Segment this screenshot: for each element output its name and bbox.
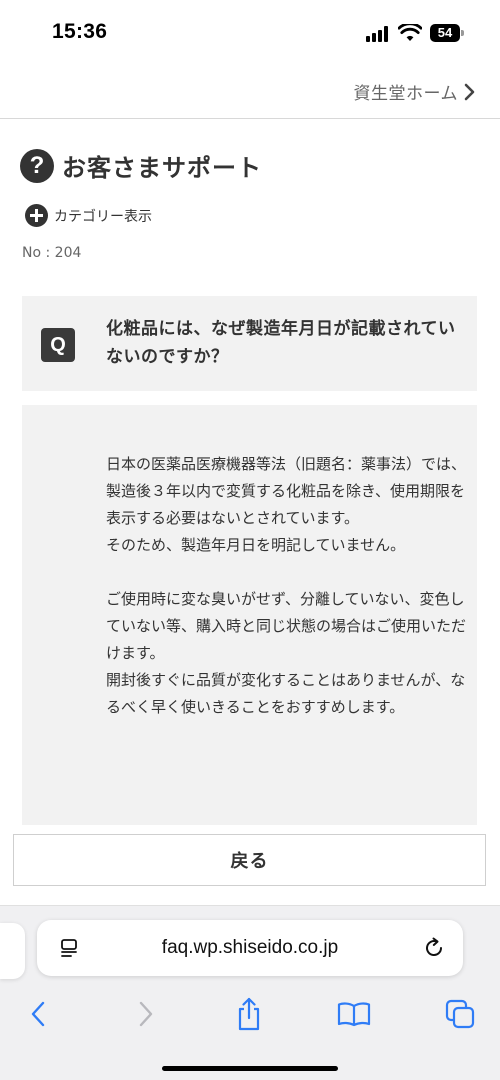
answer-box: 日本の医薬品医療機器等法（旧題名：薬事法）では、製造後３年以内で変質する化粧品を…	[22, 405, 477, 825]
share-icon	[238, 997, 260, 1031]
question-badge: Q	[41, 328, 75, 362]
category-label: カテゴリー表示	[54, 208, 152, 225]
answer-paragraph: 開封後すぐに品質が変化することはありませんが、なるべく早く使いきることをおすすめ…	[106, 671, 466, 716]
home-link-label: 資生堂ホーム	[353, 84, 458, 104]
tabs-button[interactable]	[438, 992, 482, 1036]
answer-paragraph: そのため、製造年月日を明記していません。	[106, 536, 406, 554]
header-divider	[0, 118, 500, 119]
browser-bottom-bar: faq.wp.shiseido.co.jp	[0, 905, 500, 1080]
tabs-icon	[445, 999, 475, 1029]
back-button[interactable]: 戻る	[13, 834, 486, 886]
forward-nav-button[interactable]	[124, 992, 168, 1036]
battery-level: 54	[430, 24, 460, 42]
battery-icon: 54	[430, 24, 464, 42]
page-title: ? お客さまサポート	[20, 148, 262, 183]
reload-icon[interactable]	[423, 937, 445, 959]
plus-circle-icon	[25, 204, 48, 227]
previous-tab-card[interactable]	[0, 923, 25, 979]
faq-number: No : 204	[22, 245, 82, 261]
help-icon: ?	[20, 148, 54, 183]
home-indicator	[162, 1066, 338, 1071]
book-icon	[337, 1002, 371, 1027]
category-toggle[interactable]: カテゴリー表示	[25, 204, 152, 227]
shiseido-home-link[interactable]: 資生堂ホーム	[354, 79, 477, 104]
chevron-right-icon	[464, 83, 475, 100]
question-box: Q 化粧品には、なぜ製造年月日が記載されていないのですか？	[22, 296, 477, 391]
chevron-left-icon	[31, 1001, 45, 1027]
url-text[interactable]: faq.wp.shiseido.co.jp	[37, 937, 463, 959]
question-text: 化粧品には、なぜ製造年月日が記載されていないのですか？	[106, 319, 456, 367]
address-bar[interactable]: faq.wp.shiseido.co.jp	[37, 920, 463, 976]
cellular-signal-icon	[366, 26, 390, 42]
back-nav-button[interactable]	[16, 992, 60, 1036]
chevron-right-icon	[139, 1001, 153, 1027]
bookmarks-button[interactable]	[332, 992, 376, 1036]
status-bar: 15:36 54	[0, 0, 500, 66]
answer-paragraph	[106, 559, 466, 586]
wifi-icon	[398, 24, 422, 41]
browser-toolbar	[0, 992, 500, 1036]
status-time: 15:36	[52, 20, 108, 43]
answer-paragraph: 日本の医薬品医療機器等法（旧題名：薬事法）では、製造後３年以内で変質する化粧品を…	[106, 455, 467, 527]
answer-text: 日本の医薬品医療機器等法（旧題名：薬事法）では、製造後３年以内で変質する化粧品を…	[106, 451, 466, 721]
answer-paragraph: ご使用時に変な臭いがせず、分離していない、変色していない等、購入時と同じ状態の場…	[106, 590, 467, 662]
support-title: お客さまサポート	[62, 154, 262, 182]
share-button[interactable]	[227, 992, 271, 1036]
